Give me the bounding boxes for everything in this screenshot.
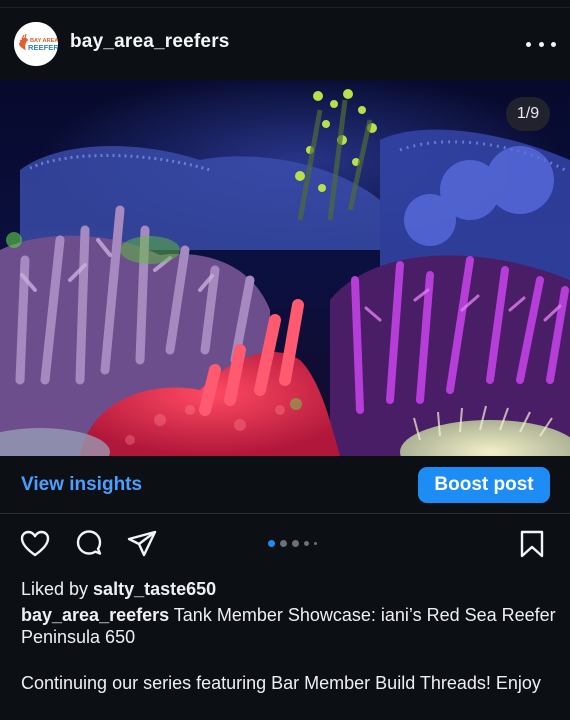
image-counter: 1/9: [506, 97, 550, 131]
post-username[interactable]: bay_area_reefers: [70, 31, 230, 53]
carousel-dot: [304, 541, 309, 546]
caption-paragraph: Continuing our series featuring Bar Memb…: [21, 673, 541, 693]
bookmark-icon[interactable]: [516, 528, 548, 560]
comment-icon[interactable]: [73, 528, 105, 560]
avatar[interactable]: BAY AREA REEFERS: [14, 22, 58, 66]
liked-by-user[interactable]: salty_taste650: [93, 579, 216, 599]
top-divider: [0, 0, 570, 8]
bay-area-reefers-logo-icon: BAY AREA REEFERS: [14, 22, 58, 66]
heart-icon[interactable]: [19, 528, 51, 560]
send-icon[interactable]: [126, 528, 158, 560]
view-insights-link[interactable]: View insights: [21, 474, 142, 496]
carousel-dot: [292, 540, 299, 547]
post-photo[interactable]: [0, 80, 570, 456]
coral-reef-photo-icon: [0, 80, 570, 456]
carousel-dot: [280, 540, 287, 547]
likes-prefix: Liked by: [21, 579, 94, 599]
caption-username[interactable]: bay_area_reefers: [21, 605, 169, 625]
more-options-icon[interactable]: [526, 32, 556, 56]
carousel-indicator: [268, 540, 317, 547]
post-caption-area: Liked by salty_taste650 bay_area_reefers…: [21, 578, 557, 694]
carousel-dot: [314, 542, 317, 545]
carousel-dot-active: [268, 540, 275, 547]
svg-text:REEFERS: REEFERS: [28, 43, 58, 52]
caption-text: bay_area_reefers Tank Member Showcase: i…: [21, 604, 557, 648]
post-header: BAY AREA REEFERS bay_area_reefers: [0, 8, 570, 80]
likes-line: Liked by salty_taste650: [21, 578, 557, 600]
boost-post-button[interactable]: Boost post: [418, 467, 550, 503]
